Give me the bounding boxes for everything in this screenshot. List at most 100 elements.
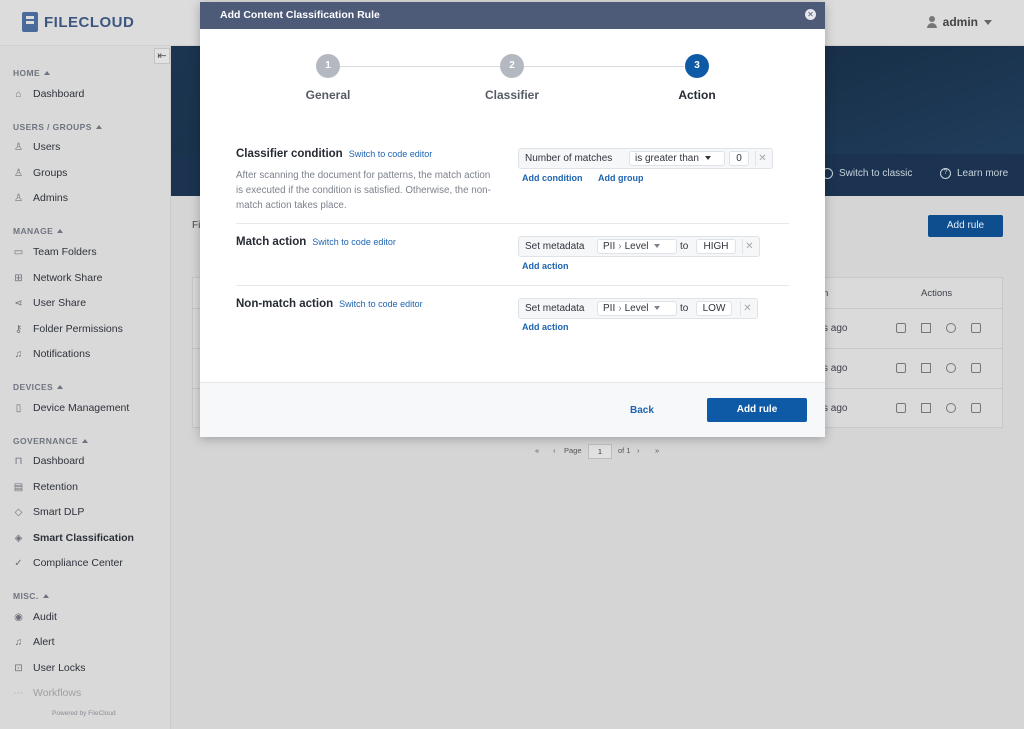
sidebar-item-retention[interactable]: ▤ Retention <box>13 481 78 493</box>
close-icon[interactable]: ✕ <box>805 9 816 20</box>
condition-operator-select[interactable]: is greater than <box>629 151 725 166</box>
step-3-circle[interactable]: 3 <box>685 54 709 78</box>
action-type[interactable]: Set metadata <box>520 301 589 316</box>
sidebar-item-admins[interactable]: ♙ Admins <box>13 192 68 204</box>
metadata-attribute-select[interactable]: PII › Level <box>597 301 677 316</box>
metadata-attribute-select[interactable]: PII › Level <box>597 239 677 254</box>
sidebar-item-folder-permissions[interactable]: ⚷ Folder Permissions <box>13 323 123 335</box>
sidebar-item-smart-dlp[interactable]: ◇ Smart DLP <box>13 506 85 518</box>
step-1-circle[interactable]: 1 <box>316 54 340 78</box>
remove-condition-icon[interactable]: ✕ <box>755 151 769 166</box>
add-condition-link[interactable]: Add condition <box>522 173 583 183</box>
step-3-label: Action <box>678 88 716 102</box>
sidebar-section-misc[interactable]: MISC. <box>13 591 49 601</box>
metadata-value-input[interactable]: HIGH <box>696 239 736 254</box>
trash-icon[interactable] <box>971 403 981 413</box>
logo[interactable]: FILECLOUD <box>22 12 134 32</box>
trash-icon[interactable] <box>971 323 981 333</box>
add-action-link[interactable]: Add action <box>522 322 569 332</box>
archive-icon: ▤ <box>13 481 24 493</box>
back-button[interactable]: Back <box>630 405 654 416</box>
step-2-circle[interactable]: 2 <box>500 54 524 78</box>
table-row-time: s ago <box>823 323 848 334</box>
add-action-link[interactable]: Add action <box>522 261 569 271</box>
comment-icon[interactable] <box>896 363 906 373</box>
classifier-condition-title: Classifier condition Switch to code edito… <box>236 148 432 160</box>
page-input[interactable]: 1 <box>588 444 612 459</box>
gear-icon[interactable] <box>946 403 956 413</box>
metadata-value-input[interactable]: LOW <box>696 301 732 316</box>
sidebar-item-label: Retention <box>33 481 78 493</box>
learn-more-link[interactable]: ? Learn more <box>940 168 1008 179</box>
sidebar-item-label: Notifications <box>33 348 91 360</box>
comment-icon[interactable] <box>896 323 906 333</box>
comment-icon[interactable] <box>896 403 906 413</box>
first-page-icon[interactable]: « <box>535 446 539 455</box>
sidebar-item-team-folders[interactable]: ▭ Team Folders <box>13 246 97 258</box>
sidebar-item-audit[interactable]: ◉ Audit <box>13 611 57 623</box>
chevron-down-icon <box>704 156 711 161</box>
next-page-icon[interactable]: › <box>637 446 640 455</box>
sidebar-section-devices[interactable]: DEVICES <box>13 382 64 392</box>
sidebar-item-device-management[interactable]: ▯ Device Management <box>13 402 130 414</box>
sidebar-item-network-share[interactable]: ⊞ Network Share <box>13 272 102 284</box>
switch-to-code-editor-link[interactable]: Switch to code editor <box>349 149 433 159</box>
metadata-attribute: Level <box>624 303 649 314</box>
eye-icon: ◉ <box>14 611 23 623</box>
switch-to-classic-link[interactable]: Switch to classic <box>822 168 912 179</box>
caret-up-icon <box>57 385 64 389</box>
match-action-row: Set metadata PII › Level to HIGH ✕ <box>518 236 760 257</box>
match-action-title: Match action Switch to code editor <box>236 236 396 248</box>
sidebar-item-label: Folder Permissions <box>33 323 123 335</box>
play-icon[interactable] <box>921 323 931 333</box>
folder-icon: ▭ <box>13 246 24 258</box>
play-icon[interactable] <box>921 403 931 413</box>
remove-action-icon[interactable]: ✕ <box>742 239 756 254</box>
section-title: Non-match action <box>236 298 334 310</box>
sidebar-item-smart-classification[interactable]: ◈ Smart Classification <box>13 532 134 544</box>
remove-action-icon[interactable]: ✕ <box>740 301 754 316</box>
section-label: GOVERNANCE <box>13 436 78 446</box>
sidebar-item-label: Team Folders <box>33 246 97 258</box>
add-rule-button[interactable]: Add rule <box>707 398 807 422</box>
sidebar-item-compliance-center[interactable]: ✓ Compliance Center <box>13 557 123 569</box>
condition-value-input[interactable]: 0 <box>729 151 749 166</box>
bell-icon: ♫ <box>14 636 23 648</box>
condition-field[interactable]: Number of matches <box>520 151 617 166</box>
sidebar-item-workflows[interactable]: ⋯ Workflows <box>13 687 82 699</box>
sidebar-section-users-groups[interactable]: USERS / GROUPS <box>13 122 102 132</box>
action-type[interactable]: Set metadata <box>520 239 589 254</box>
sidebar-item-users[interactable]: ♙ Users <box>13 141 60 153</box>
sidebar-item-label: Device Management <box>33 402 130 414</box>
sidebar-item-alert[interactable]: ♫ Alert <box>13 636 55 648</box>
user-menu[interactable]: admin <box>926 15 992 29</box>
lock-icon: ⊡ <box>14 662 23 674</box>
sidebar-section-manage[interactable]: MANAGE <box>13 226 64 236</box>
sidebar-item-dashboard[interactable]: ⌂ Dashboard <box>13 88 84 100</box>
link-label: Learn more <box>957 168 1009 179</box>
add-rule-button-background[interactable]: Add rule <box>928 215 1003 237</box>
metadata-set: PII <box>603 303 616 314</box>
gear-icon[interactable] <box>946 323 956 333</box>
switch-to-code-editor-link[interactable]: Switch to code editor <box>339 299 423 309</box>
modal-footer: Back Add rule <box>200 382 825 437</box>
gear-icon[interactable] <box>946 363 956 373</box>
trash-icon[interactable] <box>971 363 981 373</box>
play-icon[interactable] <box>921 363 931 373</box>
sidebar-section-governance[interactable]: GOVERNANCE <box>13 436 88 446</box>
sidebar-section-home[interactable]: HOME <box>13 68 51 78</box>
last-page-icon[interactable]: » <box>655 446 659 455</box>
switch-to-code-editor-link[interactable]: Switch to code editor <box>312 237 396 247</box>
sidebar-item-governance-dashboard[interactable]: ⊓ Dashboard <box>13 455 85 467</box>
sidebar-item-groups[interactable]: ♙ Groups <box>13 167 67 179</box>
sidebar-item-notifications[interactable]: ♫ Notifications <box>13 348 90 360</box>
group-icon: ♙ <box>14 167 23 179</box>
filecloud-logo-icon <box>22 12 38 32</box>
collapse-sidebar-icon[interactable]: ⇤ <box>154 48 170 64</box>
table-row-time: s ago <box>823 403 848 414</box>
sidebar-item-user-locks[interactable]: ⊡ User Locks <box>13 662 85 674</box>
sidebar-item-user-share[interactable]: ⋖ User Share <box>13 297 86 309</box>
prev-page-icon[interactable]: ‹ <box>553 446 556 455</box>
add-group-link[interactable]: Add group <box>598 173 644 183</box>
chevron-down-icon <box>984 19 992 25</box>
